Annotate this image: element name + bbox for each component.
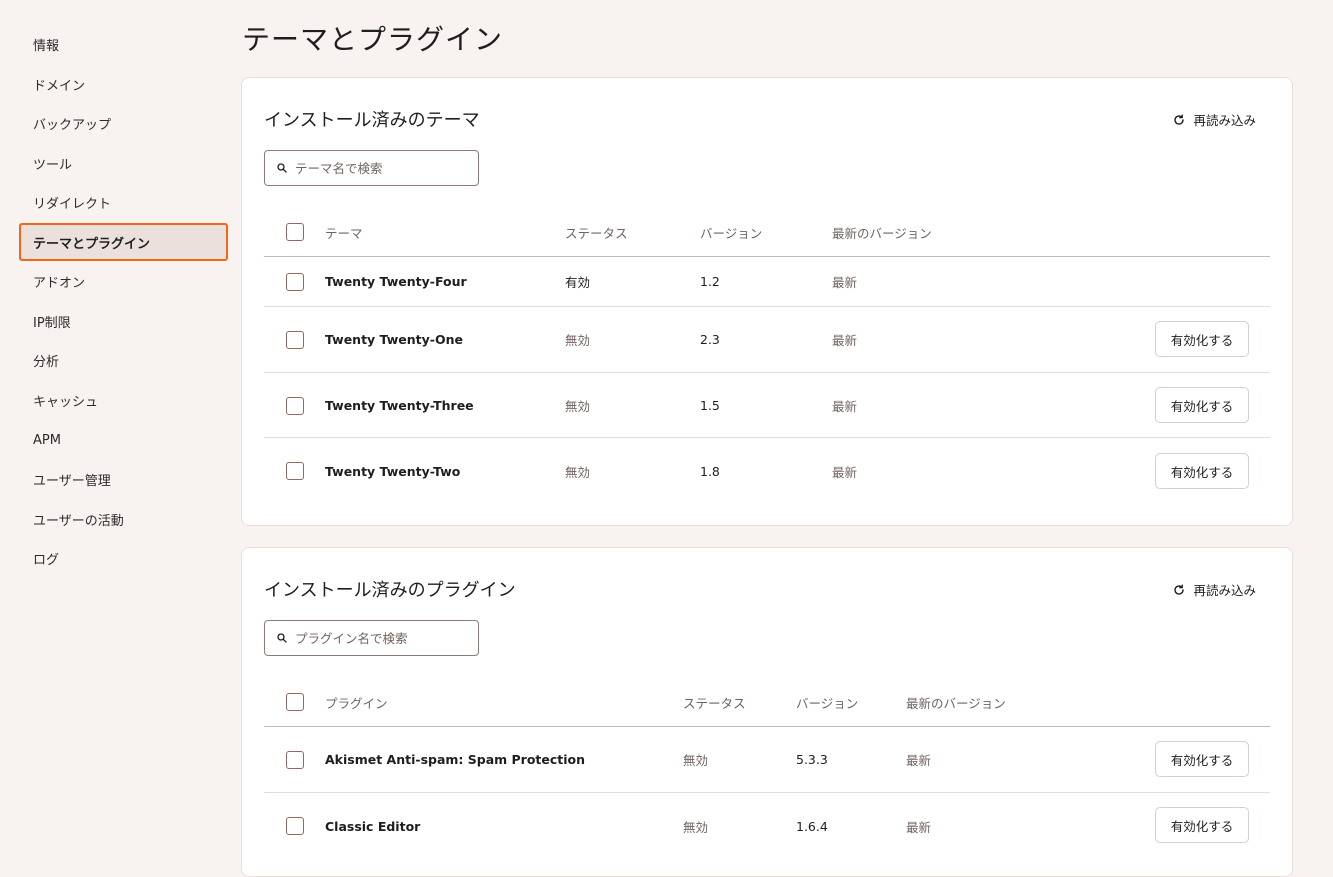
theme-status: 無効	[565, 398, 591, 414]
plugin-version: 5.3.3	[796, 752, 828, 767]
themes-card-title: インストール済みのテーマ	[264, 110, 480, 131]
sidebar-item-user-management[interactable]: ユーザー管理	[19, 460, 228, 498]
sidebar-item-ip-restriction[interactable]: IP制限	[19, 302, 228, 340]
plugin-name: Akismet Anti-spam: Spam Protection	[325, 752, 586, 767]
refresh-icon	[1174, 584, 1185, 595]
search-icon	[277, 163, 287, 173]
plugin-status: 無効	[683, 819, 709, 835]
table-row: Twenty Twenty-One 無効 2.3 最新 有効化する	[264, 307, 1270, 373]
theme-version: 1.8	[700, 463, 720, 479]
plugin-latest-version: 最新	[906, 753, 932, 768]
plugins-search-box[interactable]	[264, 620, 479, 656]
page-title: テーマとプラグイン	[242, 23, 504, 56]
sidebar-item-addons[interactable]: アドオン	[19, 262, 228, 300]
row-checkbox[interactable]	[286, 331, 304, 349]
search-icon	[277, 633, 287, 643]
theme-latest-version: 最新	[832, 333, 858, 348]
table-row: Twenty Twenty-Two 無効 1.8 最新 有効化する	[264, 438, 1270, 504]
themes-column-theme: テーマ	[325, 225, 363, 241]
plugins-search-input[interactable]	[295, 630, 465, 646]
plugins-column-status: ステータス	[683, 695, 746, 711]
activate-button[interactable]: 有効化する	[1155, 741, 1249, 777]
plugin-version: 1.6.4	[796, 818, 828, 834]
row-checkbox[interactable]	[286, 273, 304, 291]
themes-card: インストール済みのテーマ 再読み込み テーマ ステータス バージョン 最新のバー…	[241, 77, 1293, 526]
themes-column-latest-version: 最新のバージョン	[832, 225, 932, 241]
themes-search-input[interactable]	[295, 160, 465, 176]
plugins-column-latest-version: 最新のバージョン	[906, 695, 1006, 711]
row-checkbox[interactable]	[286, 397, 304, 415]
plugins-card: インストール済みのプラグイン 再読み込み プラグイン ステータス バージョン 最…	[241, 547, 1293, 877]
themes-select-all-checkbox[interactable]	[286, 223, 304, 241]
plugins-column-plugin: プラグイン	[325, 695, 388, 711]
table-row: Classic Editor 無効 1.6.4 最新 有効化する	[264, 793, 1270, 859]
sidebar-item-logs[interactable]: ログ	[19, 539, 228, 577]
row-checkbox[interactable]	[286, 817, 304, 835]
sidebar-item-user-activity[interactable]: ユーザーの活動	[19, 500, 228, 538]
theme-status: 無効	[565, 464, 591, 480]
table-row: Twenty Twenty-Three 無効 1.5 最新 有効化する	[264, 373, 1270, 438]
theme-version: 1.5	[700, 397, 720, 413]
table-row: Twenty Twenty-Four 有効 1.2 最新	[264, 257, 1270, 307]
plugin-status: 無効	[683, 753, 709, 768]
sidebar-item-redirect[interactable]: リダイレクト	[19, 183, 228, 221]
sidebar-item-apm[interactable]: APM	[19, 421, 228, 459]
sidebar-item-info[interactable]: 情報	[19, 25, 228, 63]
theme-version: 1.2	[700, 274, 720, 289]
refresh-icon	[1174, 114, 1185, 125]
theme-name: Twenty Twenty-Four	[325, 274, 467, 289]
sidebar-item-domain[interactable]: ドメイン	[19, 65, 228, 103]
table-row: Akismet Anti-spam: Spam Protection 無効 5.…	[264, 727, 1270, 793]
row-checkbox[interactable]	[286, 751, 304, 769]
plugins-refresh-button[interactable]: 再読み込み	[1173, 580, 1256, 599]
themes-table: テーマ ステータス バージョン 最新のバージョン Twenty Twenty-F…	[264, 207, 1270, 504]
plugin-name: Classic Editor	[325, 818, 421, 834]
themes-column-version: バージョン	[700, 225, 763, 241]
plugins-table-header: プラグイン ステータス バージョン 最新のバージョン	[264, 677, 1270, 727]
themes-refresh-button[interactable]: 再読み込み	[1173, 110, 1256, 129]
activate-button[interactable]: 有効化する	[1155, 453, 1249, 489]
sidebar-item-analytics[interactable]: 分析	[19, 341, 228, 379]
plugins-refresh-label: 再読み込み	[1193, 583, 1256, 598]
sidebar-item-backup[interactable]: バックアップ	[19, 104, 228, 142]
theme-latest-version: 最新	[832, 275, 858, 290]
sidebar-item-tools[interactable]: ツール	[19, 144, 228, 182]
themes-table-header: テーマ ステータス バージョン 最新のバージョン	[264, 207, 1270, 257]
sidebar-item-cache[interactable]: キャッシュ	[19, 381, 228, 419]
theme-latest-version: 最新	[832, 398, 858, 414]
activate-button[interactable]: 有効化する	[1155, 807, 1249, 843]
plugins-table: プラグイン ステータス バージョン 最新のバージョン Akismet Anti-…	[264, 677, 1270, 859]
theme-name: Twenty Twenty-One	[325, 332, 463, 347]
theme-latest-version: 最新	[832, 464, 858, 480]
themes-refresh-label: 再読み込み	[1193, 113, 1256, 128]
activate-button[interactable]: 有効化する	[1155, 387, 1249, 423]
theme-status: 無効	[565, 333, 591, 348]
theme-status: 有効	[565, 275, 591, 290]
plugins-select-all-checkbox[interactable]	[286, 693, 304, 711]
sidebar-item-themes-plugins[interactable]: テーマとプラグイン	[19, 223, 228, 261]
theme-version: 2.3	[700, 332, 720, 347]
theme-name: Twenty Twenty-Three	[325, 397, 474, 413]
theme-name: Twenty Twenty-Two	[325, 463, 461, 479]
sidebar: 情報 ドメイン バックアップ ツール リダイレクト テーマとプラグイン アドオン…	[0, 0, 240, 853]
activate-button[interactable]: 有効化する	[1155, 321, 1249, 357]
themes-search-box[interactable]	[264, 150, 479, 186]
plugins-column-version: バージョン	[796, 695, 859, 711]
plugins-card-title: インストール済みのプラグイン	[264, 580, 516, 601]
row-checkbox[interactable]	[286, 462, 304, 480]
plugin-latest-version: 最新	[906, 819, 932, 835]
themes-column-status: ステータス	[565, 225, 628, 241]
